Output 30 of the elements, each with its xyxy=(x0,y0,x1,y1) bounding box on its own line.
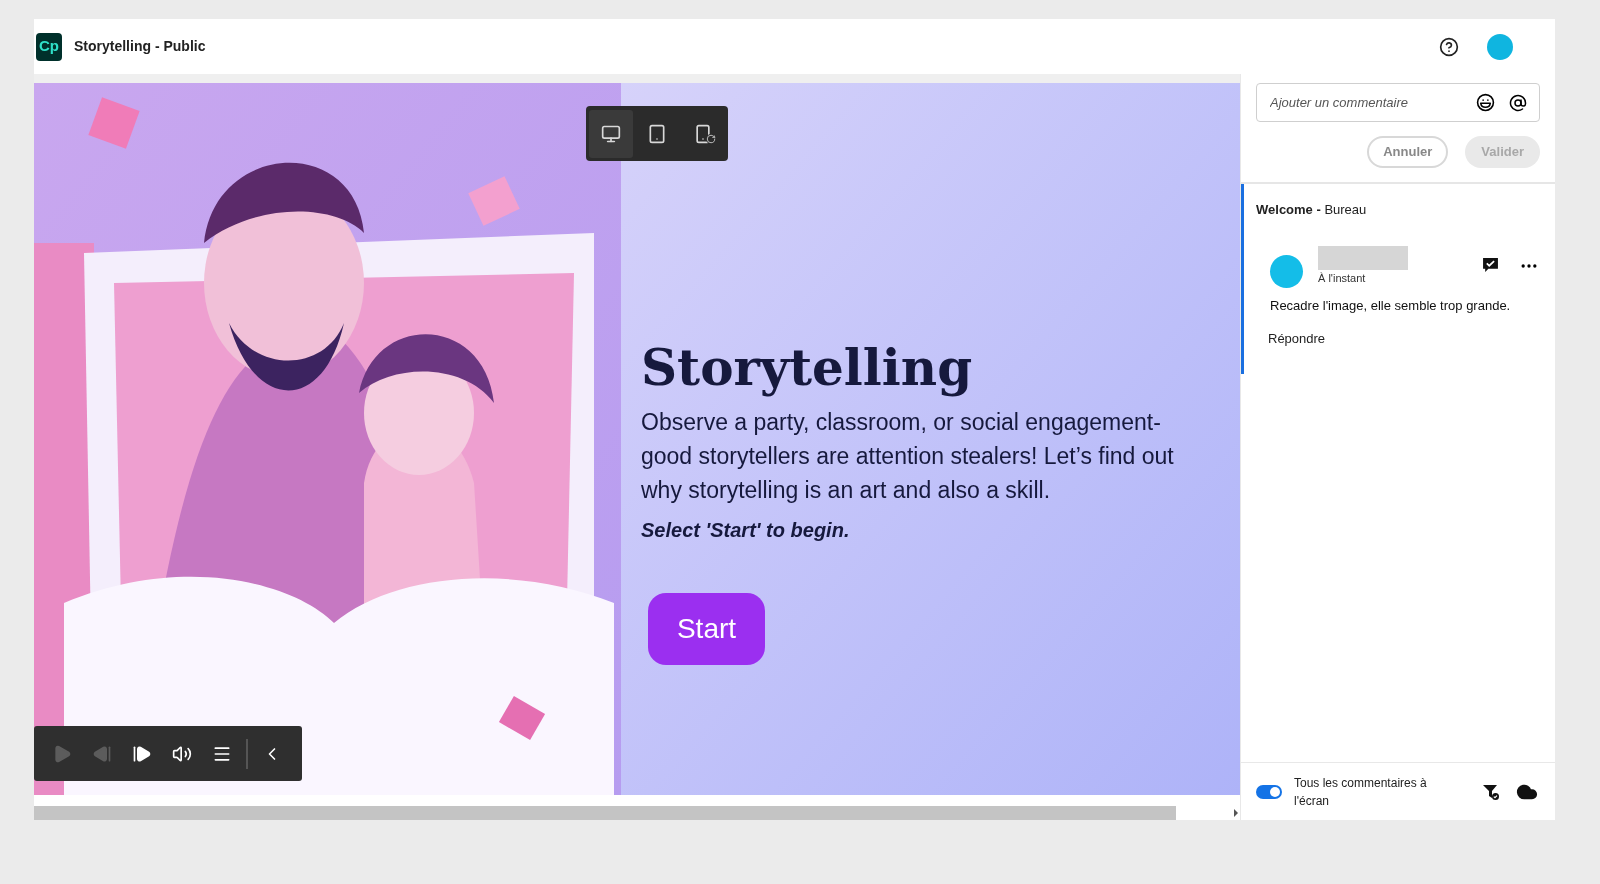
comment-input[interactable]: Ajouter un commentaire xyxy=(1256,83,1540,122)
commenter-avatar xyxy=(1270,254,1303,288)
document-title: Storytelling - Public xyxy=(74,37,206,56)
app-logo: Cp xyxy=(36,32,62,61)
scrollbar-thumb[interactable] xyxy=(34,806,1176,820)
mention-icon[interactable] xyxy=(1509,93,1527,112)
step-forward-icon xyxy=(132,743,152,764)
emoji-icon[interactable] xyxy=(1476,93,1495,112)
play-icon xyxy=(52,743,72,764)
volume-icon xyxy=(172,743,192,764)
comment-time: À l'instant xyxy=(1318,270,1367,286)
slide-body: Observe a party, classroom, or social engagement- good storytellers are attention stealers! Let’s find out why storytelling is an art and also a skill. xyxy=(641,408,1175,505)
thread-title: Welcome - Bureau xyxy=(1256,201,1368,219)
show-all-label: Tous les commentaires à l'écran xyxy=(1294,774,1428,810)
comment-check-icon[interactable] xyxy=(1482,257,1499,274)
step-back-icon xyxy=(92,743,112,764)
monitor-icon xyxy=(601,123,621,144)
device-button[interactable] xyxy=(589,109,633,158)
filter-check-icon[interactable] xyxy=(1482,782,1500,801)
help-icon[interactable] xyxy=(1439,36,1459,57)
slide-heading: Storytelling xyxy=(641,337,974,399)
scroll-right-icon[interactable] xyxy=(1234,809,1238,817)
comment-text: Recadre l'image, elle semble trop grande. xyxy=(1269,296,1512,315)
show-all-toggle[interactable] xyxy=(1256,784,1282,799)
slide-instruction: Select 'Start' to begin. xyxy=(641,518,851,543)
cancel-button[interactable]: Annuler xyxy=(1367,136,1449,168)
reply-button[interactable]: Répondre xyxy=(1256,329,1326,349)
phone-rotate-icon xyxy=(693,123,713,144)
tablet-icon xyxy=(647,123,667,144)
start-button[interactable]: Start xyxy=(648,593,765,665)
